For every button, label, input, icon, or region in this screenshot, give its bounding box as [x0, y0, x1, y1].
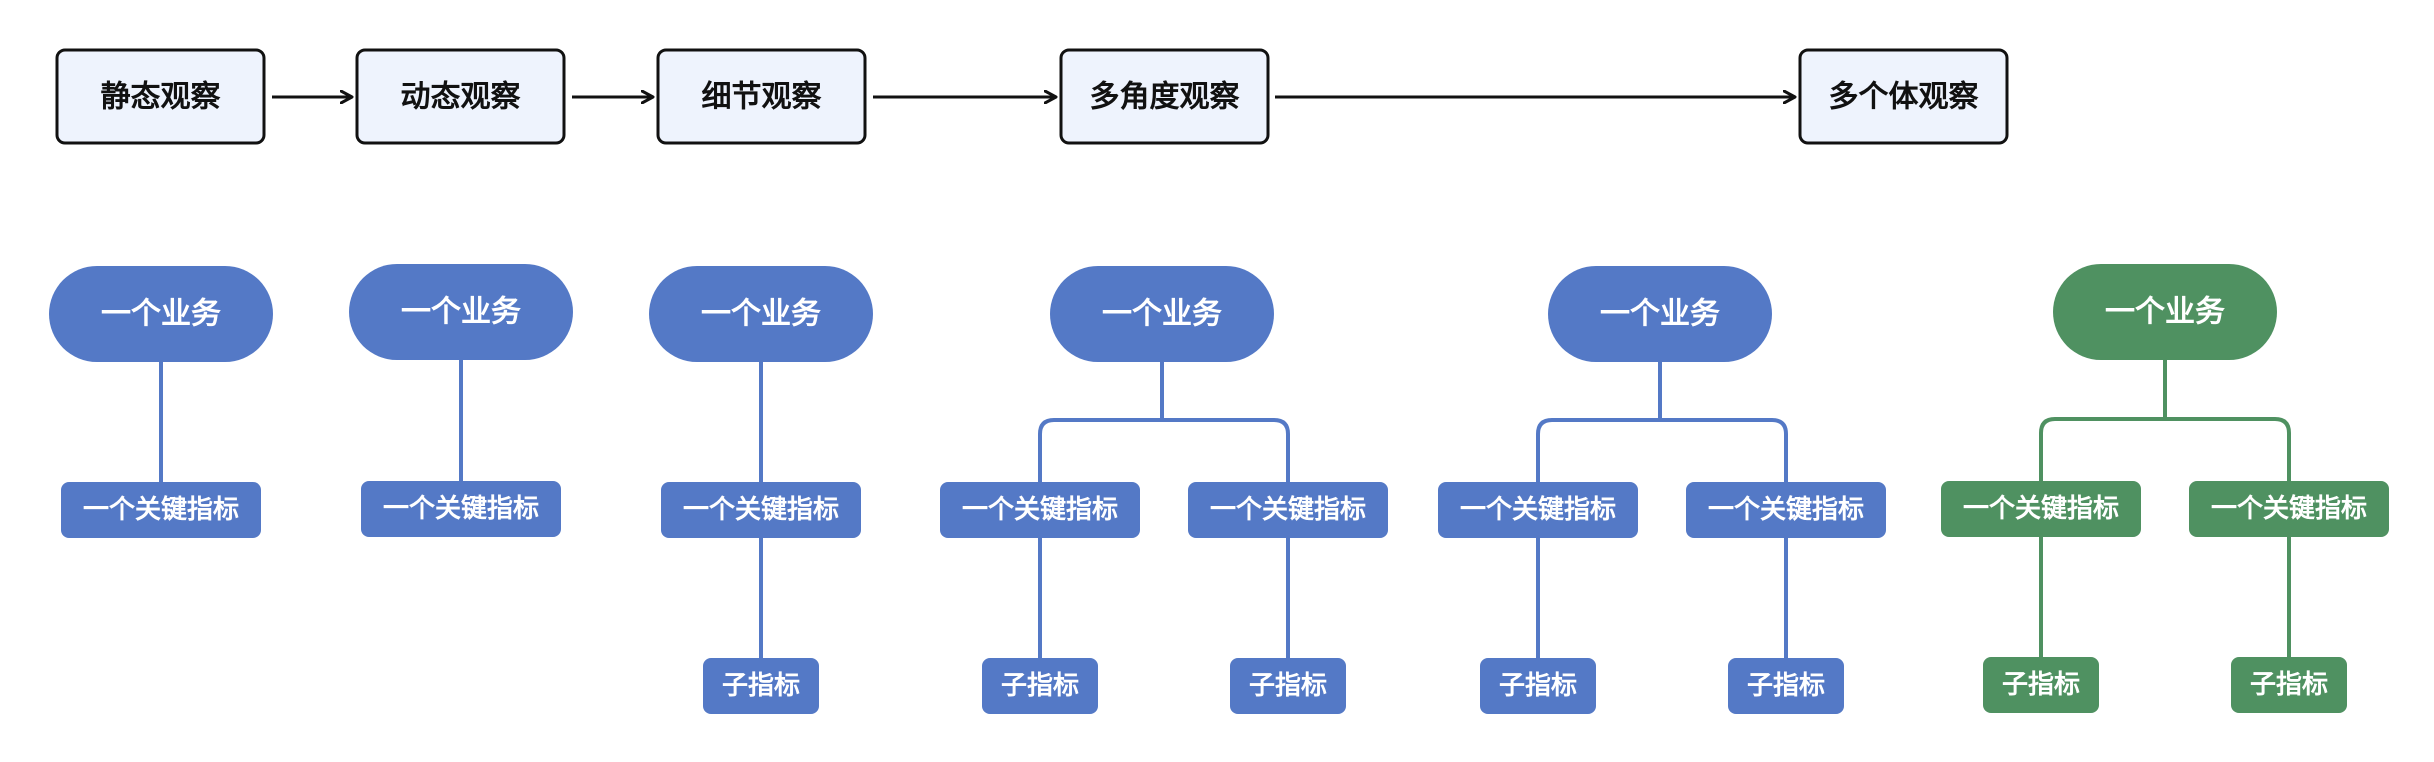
sub-metric-label-left: 子指标 — [1499, 671, 1577, 701]
tree-multientity-b: 一个业务 一个关键指标 一个关键指标 子指标 子指标 — [1941, 264, 2389, 713]
connector-business-to-metrics — [1536, 362, 1788, 482]
connector-business-to-metrics — [2039, 360, 2291, 481]
metric-label: 一个关键指标 — [383, 493, 539, 524]
business-label: 一个业务 — [401, 295, 521, 330]
business-label: 一个业务 — [101, 297, 221, 332]
business-label: 一个业务 — [1102, 297, 1222, 332]
stage-label-multientity: 多个体观察 — [1829, 80, 1980, 115]
stage-label-detail: 细节观察 — [702, 80, 823, 115]
metric-label-left: 一个关键指标 — [1963, 493, 2119, 524]
tree-detail: 一个业务 一个关键指标 子指标 — [649, 266, 873, 714]
tree-multiangle: 一个业务 一个关键指标 一个关键指标 子指标 子指标 — [940, 266, 1388, 714]
metric-label-left: 一个关键指标 — [1460, 494, 1616, 525]
business-label: 一个业务 — [701, 297, 821, 332]
sub-metric-label-right: 子指标 — [1249, 671, 1327, 701]
metric-label-left: 一个关键指标 — [962, 494, 1118, 525]
metric-label-right: 一个关键指标 — [2211, 493, 2367, 524]
sub-metric-label-right: 子指标 — [1747, 671, 1825, 701]
sub-metric-label: 子指标 — [722, 671, 800, 701]
stage-label-static: 静态观察 — [101, 80, 222, 115]
observation-diagram: 静态观察 动态观察 细节观察 多角度观察 多个体观察 一个业务 一个关键指标 一… — [49, 48, 2389, 714]
stage-label-multiangle: 多角度观察 — [1090, 80, 1241, 115]
business-label: 一个业务 — [1600, 297, 1720, 332]
sub-metric-label-left: 子指标 — [1001, 671, 1079, 701]
connector-business-to-metrics — [1038, 362, 1290, 482]
metric-label: 一个关键指标 — [683, 494, 839, 525]
sub-metric-label-right: 子指标 — [2250, 670, 2328, 700]
stage-label-dynamic: 动态观察 — [401, 80, 522, 115]
business-label: 一个业务 — [2105, 295, 2225, 330]
stage-static: 静态观察 — [55, 48, 266, 145]
tree-static: 一个业务 一个关键指标 — [49, 266, 273, 538]
stage-multiangle: 多角度观察 — [1059, 48, 1270, 145]
sub-metric-label-left: 子指标 — [2002, 670, 2080, 700]
tree-dynamic: 一个业务 一个关键指标 — [349, 264, 573, 537]
tree-multientity-a: 一个业务 一个关键指标 一个关键指标 子指标 子指标 — [1438, 266, 1886, 714]
stage-dynamic: 动态观察 — [355, 48, 566, 145]
metric-label: 一个关键指标 — [83, 494, 239, 525]
metric-label-right: 一个关键指标 — [1210, 494, 1366, 525]
metric-label-right: 一个关键指标 — [1708, 494, 1864, 525]
stage-detail: 细节观察 — [656, 48, 867, 145]
stage-multientity: 多个体观察 — [1798, 48, 2009, 145]
